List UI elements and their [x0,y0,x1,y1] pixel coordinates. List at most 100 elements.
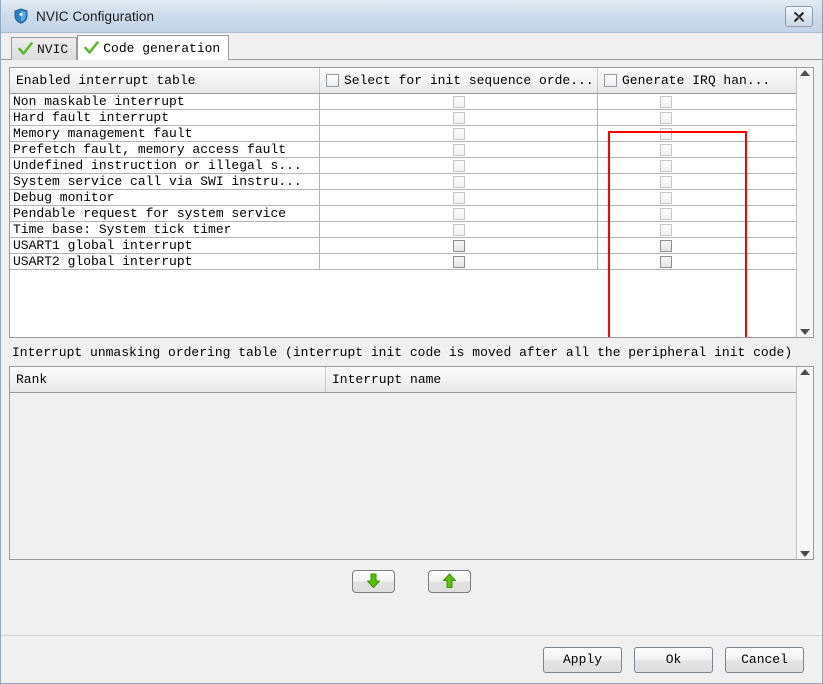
select-init-sequence-cell[interactable] [320,126,598,141]
select-init-sequence-checkbox[interactable] [453,159,465,172]
ordering-table-scrollbar[interactable] [796,367,813,559]
select-init-sequence-checkbox[interactable] [453,207,465,220]
interrupt-name-cell: Non maskable interrupt [10,94,320,109]
select-init-sequence-checkbox[interactable] [453,95,465,108]
select-init-sequence-cell[interactable] [320,206,598,221]
table-row[interactable]: Debug monitor [10,190,796,206]
move-down-button[interactable] [352,569,395,593]
select-init-sequence-checkbox[interactable] [453,111,465,124]
generate-irq-handler-cell[interactable] [598,238,796,253]
table-row[interactable]: System service call via SWI instru... [10,174,796,190]
generate-irq-handler-checkbox[interactable] [659,95,672,108]
interrupt-name-cell: Time base: System tick timer [10,222,320,237]
ordering-table-header-row: Rank Interrupt name [10,367,796,393]
cancel-button[interactable]: Cancel [725,646,804,673]
header-enabled-interrupt-table-label: Enabled interrupt table [16,73,196,88]
interrupt-name-cell: System service call via SWI instru... [10,174,320,189]
generate-irq-handler-checkbox[interactable] [659,159,672,172]
enabled-table-body: Non maskable interrupt Hard fault interru… [10,94,796,337]
ordering-table-caption: Interrupt unmasking ordering table (inte… [12,344,793,360]
generate-irq-handler-cell[interactable] [598,222,796,237]
select-init-sequence-checkbox[interactable] [453,223,465,236]
header-enabled-interrupt-table: Enabled interrupt table [10,68,320,93]
select-init-sequence-cell[interactable] [320,158,598,173]
tab-code-generation[interactable]: Code generation [77,35,230,60]
header-generate-irq-handler-label: Generate IRQ han... [622,73,771,88]
generate-irq-handler-cell[interactable] [598,206,796,221]
header-interrupt-name: Interrupt name [326,367,796,392]
select-init-sequence-cell[interactable] [320,190,598,205]
generate-irq-handler-checkbox[interactable] [659,127,672,140]
close-button[interactable] [785,6,813,27]
scroll-up-arrow-icon[interactable] [800,70,810,76]
select-init-sequence-checkbox[interactable] [453,143,465,156]
scroll-down-arrow-icon[interactable] [800,329,810,335]
select-init-sequence-checkbox[interactable] [453,255,465,268]
select-all-init-sequence-checkbox[interactable] [326,74,339,87]
generate-irq-handler-checkbox[interactable] [659,175,672,188]
generate-irq-handler-cell[interactable] [598,110,796,125]
header-generate-irq-handler[interactable]: Generate IRQ han... [598,68,796,93]
enabled-table-header-row: Enabled interrupt table Select for init … [10,68,796,94]
select-init-sequence-cell[interactable] [320,254,598,269]
close-icon [794,11,804,22]
select-init-sequence-checkbox[interactable] [453,191,465,204]
arrow-up-icon [443,573,456,588]
arrow-down-icon [367,573,380,588]
dialog-footer: Apply Ok Cancel [1,635,822,683]
table-row[interactable]: Undefined instruction or illegal s... [10,158,796,174]
table-row[interactable]: Non maskable interrupt [10,94,796,110]
move-up-button[interactable] [428,569,471,593]
apply-button[interactable]: Apply [543,646,622,673]
tab-code-generation-label: Code generation [103,40,221,56]
header-select-for-init-sequence[interactable]: Select for init sequence orde... [320,68,598,93]
title-bar: NVIC Configuration [1,0,822,33]
select-init-sequence-checkbox[interactable] [453,239,465,252]
tab-bar: NVIC Code generation [1,33,822,60]
scroll-down-arrow-icon[interactable] [800,551,810,557]
scroll-up-arrow-icon[interactable] [800,369,810,375]
table-row[interactable]: USART1 global interrupt [10,238,796,254]
select-init-sequence-cell[interactable] [320,238,598,253]
table-row[interactable]: Pendable request for system service [10,206,796,222]
generate-irq-handler-cell[interactable] [598,174,796,189]
table-row[interactable]: Time base: System tick timer [10,222,796,238]
interrupt-name-cell: Hard fault interrupt [10,110,320,125]
ordering-table-panel: Rank Interrupt name [9,366,814,560]
select-init-sequence-cell[interactable] [320,142,598,157]
select-init-sequence-cell[interactable] [320,94,598,109]
select-init-sequence-checkbox[interactable] [453,175,465,188]
generate-irq-handler-checkbox[interactable] [659,223,672,236]
generate-irq-handler-checkbox[interactable] [659,255,672,268]
select-init-sequence-cell[interactable] [320,174,598,189]
generate-irq-handler-cell[interactable] [598,158,796,173]
green-check-icon [84,41,100,54]
generate-irq-handler-checkbox[interactable] [659,207,672,220]
select-all-generate-irq-checkbox[interactable] [604,74,617,87]
interrupt-name-cell: Undefined instruction or illegal s... [10,158,320,173]
generate-irq-handler-cell[interactable] [598,190,796,205]
select-init-sequence-cell[interactable] [320,222,598,237]
generate-irq-handler-checkbox[interactable] [659,143,672,156]
enabled-interrupt-table-panel: Enabled interrupt table Select for init … [9,67,814,338]
generate-irq-handler-checkbox[interactable] [659,111,672,124]
interrupt-name-cell: Pendable request for system service [10,206,320,221]
header-select-for-init-sequence-label: Select for init sequence orde... [344,73,594,88]
generate-irq-handler-cell[interactable] [598,126,796,141]
table-row[interactable]: Memory management fault [10,126,796,142]
generate-irq-handler-checkbox[interactable] [659,239,672,252]
generate-irq-handler-cell[interactable] [598,254,796,269]
ordering-move-buttons [9,560,814,602]
enabled-table-scrollbar[interactable] [796,68,813,337]
tab-nvic-label: NVIC [37,41,69,57]
select-init-sequence-cell[interactable] [320,110,598,125]
tab-nvic[interactable]: NVIC [11,37,78,60]
select-init-sequence-checkbox[interactable] [453,127,465,140]
ok-button[interactable]: Ok [634,646,713,673]
table-row[interactable]: USART2 global interrupt [10,254,796,270]
generate-irq-handler-cell[interactable] [598,94,796,109]
table-row[interactable]: Prefetch fault, memory access fault [10,142,796,158]
generate-irq-handler-checkbox[interactable] [659,191,672,204]
generate-irq-handler-cell[interactable] [598,142,796,157]
table-row[interactable]: Hard fault interrupt [10,110,796,126]
